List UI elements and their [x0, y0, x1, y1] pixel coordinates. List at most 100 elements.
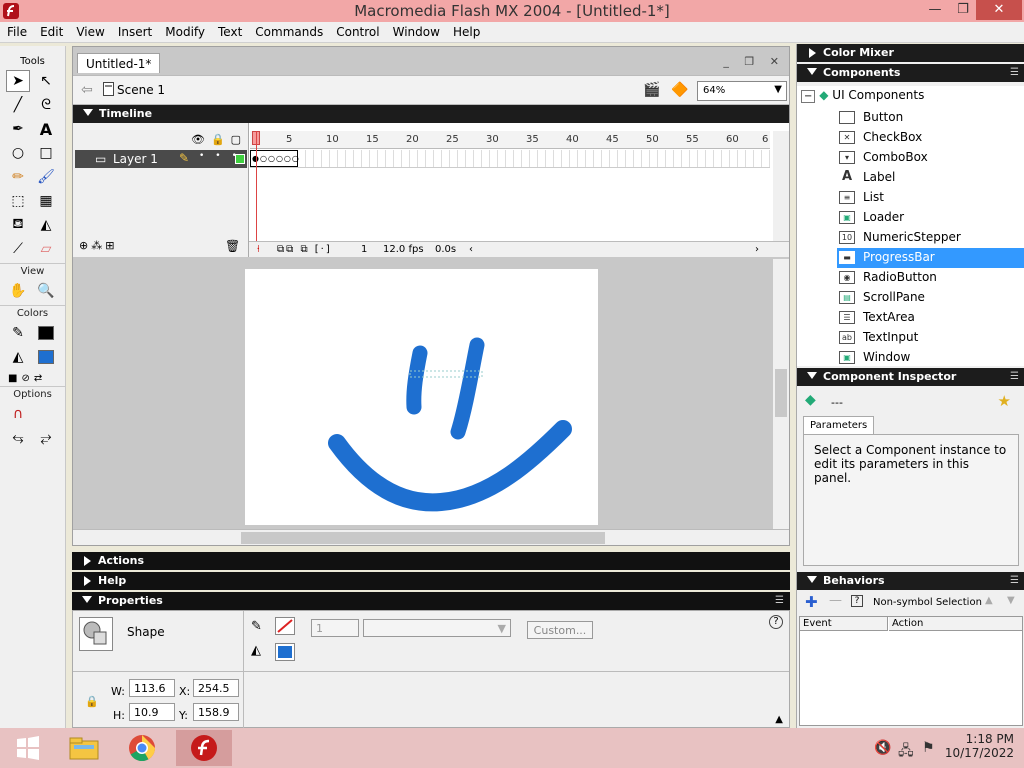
fill-transform-tool-icon[interactable]: ▦ — [34, 190, 58, 212]
stage-canvas[interactable] — [245, 269, 598, 525]
pen-tool-icon[interactable]: ✒ — [6, 118, 30, 140]
custom-button[interactable]: Custom... — [527, 621, 593, 639]
vertical-scroll-thumb[interactable] — [775, 369, 787, 417]
restore-button[interactable]: ❐ — [946, 0, 980, 20]
document-window-controls[interactable]: _ ❐ ✕ — [723, 55, 785, 68]
stage-vertical-scrollbar[interactable] — [773, 259, 789, 529]
line-tool-icon[interactable]: ╱ — [6, 94, 30, 116]
volume-muted-icon[interactable]: 🔇 — [874, 740, 891, 756]
close-button[interactable]: ✕ — [976, 0, 1022, 20]
swap-colors-icon[interactable]: ⇄ — [34, 373, 42, 384]
actions-panel-header[interactable]: Actions — [72, 552, 790, 570]
chrome-button[interactable] — [114, 730, 170, 766]
eraser-tool-icon[interactable]: ▱ — [34, 238, 58, 260]
properties-panel-header[interactable]: Properties ☰ — [72, 592, 790, 610]
lock-icon[interactable]: 🔒 — [85, 695, 99, 708]
fill-color-swatch[interactable] — [34, 346, 58, 368]
components-header[interactable]: Components ☰ — [797, 64, 1024, 82]
edit-scene-icon[interactable]: 🎬 — [643, 82, 660, 98]
hand-tool-icon[interactable]: ✋ — [6, 280, 30, 302]
layer-frame-row[interactable]: ●○○○○○ — [250, 150, 770, 168]
paint-bucket-tool-icon[interactable]: ◭ — [34, 214, 58, 236]
stroke-color-swatch[interactable] — [34, 322, 58, 344]
stroke-height-field[interactable]: 1 — [311, 619, 359, 637]
component-checkbox[interactable]: ✕ CheckBox — [837, 128, 1024, 148]
text-tool-icon[interactable]: A — [34, 118, 58, 140]
no-color-icon[interactable]: ⊘ — [21, 373, 29, 384]
ink-bottle-tool-icon[interactable]: ⛾ — [6, 214, 30, 236]
height-field[interactable]: 10.9 — [129, 703, 175, 721]
component-loader[interactable]: ▣ Loader — [837, 208, 1024, 228]
scene-label[interactable]: Scene 1 — [117, 83, 165, 97]
zoom-select[interactable]: 64% ▼ — [697, 81, 787, 101]
move-down-icon[interactable]: ▼ — [1007, 595, 1015, 606]
network-icon[interactable]: 🖧 — [898, 740, 914, 764]
stroke-color-picker[interactable] — [275, 617, 295, 635]
behaviors-header[interactable]: Behaviors ☰ — [797, 572, 1024, 590]
document-tab[interactable]: Untitled-1* — [77, 53, 161, 73]
y-field[interactable]: 158.9 — [193, 703, 239, 721]
tree-collapse-icon[interactable]: − — [801, 90, 816, 103]
scroll-right-icon[interactable]: › — [755, 244, 759, 255]
menu-view[interactable]: View — [69, 22, 110, 39]
layer-row[interactable]: ▭ Layer 1 ✎ ••• — [75, 150, 247, 168]
panel-menu-icon[interactable]: ☰ — [1010, 67, 1019, 78]
menu-text[interactable]: Text — [211, 22, 248, 39]
fill-color-picker[interactable] — [275, 643, 295, 661]
back-arrow-icon[interactable]: ⇦ — [81, 82, 93, 98]
subselect-tool-icon[interactable]: ↖ — [34, 70, 58, 92]
event-column-header[interactable]: Event — [800, 617, 888, 631]
horizontal-scroll-thumb[interactable] — [241, 532, 605, 544]
add-layer-icons[interactable]: ⊕⁂⊞ — [79, 239, 117, 252]
component-radiobutton[interactable]: ◉ RadioButton — [837, 268, 1024, 288]
behavior-help-icon[interactable]: ? — [851, 595, 863, 607]
panel-menu-icon[interactable]: ☰ — [1010, 575, 1019, 586]
timeline-header[interactable]: Timeline — [73, 105, 789, 123]
component-inspector-header[interactable]: Component Inspector ☰ — [797, 368, 1024, 386]
pencil-tool-icon[interactable]: ✏ — [6, 166, 30, 188]
menu-modify[interactable]: Modify — [158, 22, 211, 39]
star-icon[interactable]: ★ — [998, 392, 1011, 410]
component-textarea[interactable]: ☰ TextArea — [837, 308, 1024, 328]
arrow-tool-icon[interactable]: ➤ — [6, 70, 30, 92]
width-field[interactable]: 113.6 — [129, 679, 175, 697]
frame-ruler[interactable]: 1 5 10 15 20 25 30 35 40 45 50 55 60 6 — [250, 131, 770, 149]
panel-menu-icon[interactable]: ☰ — [1010, 371, 1019, 382]
file-explorer-button[interactable] — [56, 730, 112, 766]
expand-up-icon[interactable]: ▲ — [775, 714, 783, 725]
smiley-drawing[interactable] — [245, 269, 598, 525]
keyframes[interactable]: ●○○○○○ — [250, 150, 299, 167]
move-up-icon[interactable]: ▲ — [985, 595, 993, 606]
timeline-vertical-scrollbar[interactable] — [773, 131, 789, 241]
scroll-left-icon[interactable]: ‹ — [469, 244, 473, 255]
component-progressbar[interactable]: ▬ ProgressBar — [837, 248, 1024, 268]
menu-control[interactable]: Control — [329, 22, 385, 39]
layer-outline-color[interactable] — [235, 154, 245, 164]
menu-window[interactable]: Window — [386, 22, 446, 39]
eyedropper-tool-icon[interactable]: ⟋ — [6, 238, 30, 260]
component-scrollpane[interactable]: ▤ ScrollPane — [837, 288, 1024, 308]
ui-components-folder[interactable]: − ◆ UI Components — [801, 88, 924, 103]
onion-skin-icons[interactable]: ⧉⧉ ⧉ [·] — [277, 244, 332, 255]
flash-taskbar-button[interactable] — [176, 730, 232, 766]
rectangle-tool-icon[interactable]: □ — [34, 142, 58, 164]
help-panel-header[interactable]: Help — [72, 572, 790, 590]
remove-behavior-icon[interactable]: — — [829, 593, 842, 608]
straighten-icon[interactable]: ⥂ — [34, 427, 58, 449]
lasso-tool-icon[interactable]: ᘓ — [34, 94, 58, 116]
action-center-icon[interactable]: ⚑ — [922, 740, 935, 756]
center-frame-icon[interactable]: ⍿ — [257, 244, 260, 255]
color-mixer-header[interactable]: Color Mixer — [797, 44, 1024, 62]
frames-area[interactable]: 1 5 10 15 20 25 30 35 40 45 50 55 60 6 ●… — [250, 123, 770, 251]
smooth-icon[interactable]: ⥃ — [6, 427, 30, 449]
stroke-style-select[interactable]: ▼ — [363, 619, 511, 637]
brush-tool-icon[interactable]: 🖌 — [34, 166, 58, 188]
menu-help[interactable]: Help — [446, 22, 486, 39]
trash-icon[interactable]: 🗑 — [225, 239, 240, 253]
component-combobox[interactable]: ▾ ComboBox — [837, 148, 1024, 168]
menu-file[interactable]: File — [0, 22, 33, 39]
edit-symbol-icon[interactable]: 🔶 — [671, 82, 688, 98]
zoom-tool-icon[interactable]: 🔍 — [34, 280, 58, 302]
help-icon[interactable]: ? — [769, 615, 783, 629]
panel-menu-icon[interactable]: ☰ — [775, 595, 784, 606]
